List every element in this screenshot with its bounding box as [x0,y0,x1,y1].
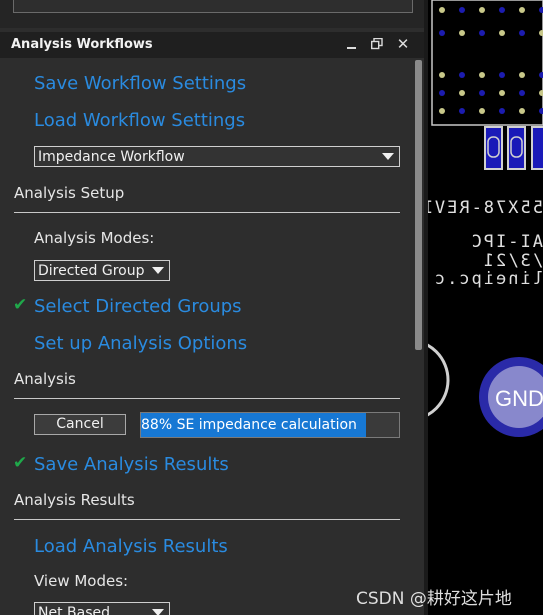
via [439,72,445,78]
component-outline [431,0,543,126]
restore-icon [371,38,383,50]
silkscreen-text-4: lineipc.c [433,269,543,289]
pad-outline [428,343,450,417]
via [459,30,465,36]
via [459,7,465,13]
via [499,7,505,13]
close-icon: ✕ [396,35,410,53]
previous-panel-strip [0,0,428,28]
pcb-canvas: 55X78-REVI AI-IPC /3/21 lineipc.c GND [428,0,543,437]
via [459,108,465,114]
via [459,72,465,78]
smd-pads [484,126,543,170]
analysis-results-heading: Analysis Results [14,491,135,509]
save-workflow-settings-link[interactable]: Save Workflow Settings [34,73,246,94]
analysis-modes-label: Analysis Modes: [34,229,155,247]
via [499,72,505,78]
chevron-down-icon [152,609,164,615]
minimize-icon [347,47,356,49]
pcb-layout-view[interactable]: 55X78-REVI AI-IPC /3/21 lineipc.c GND [428,0,543,615]
via [459,90,465,96]
via [499,108,505,114]
view-modes-select[interactable]: Net Based [34,602,170,615]
via [439,90,445,96]
previous-panel-frame [13,0,413,13]
panel-scrollbar[interactable] [413,58,424,615]
via [499,90,505,96]
check-icon: ✔ [13,453,28,473]
via [479,30,485,36]
chevron-down-icon [382,153,394,160]
analysis-modes-select[interactable]: Directed Group [34,260,170,281]
via [439,7,445,13]
panel-titlebar: Analysis Workflows ✕ [0,32,428,58]
silkscreen-text-1: 55X78-REVI [428,198,543,218]
minimize-button[interactable] [343,34,361,54]
save-analysis-results-link[interactable]: Save Analysis Results [34,454,229,475]
via [499,30,505,36]
view-modes-select-value: Net Based [38,605,111,615]
via [519,7,525,13]
analysis-workflows-panel: Analysis Workflows ✕ Save Workflow Setti… [0,0,428,615]
watermark: CSDN @耕好这片地 [356,589,512,609]
panel-title: Analysis Workflows [11,37,153,52]
silkscreen-text-2: AI-IPC [470,232,543,252]
analysis-heading: Analysis [14,370,76,388]
select-directed-groups-link[interactable]: Select Directed Groups [34,296,242,317]
section-divider [14,519,400,520]
progress-text: 88% SE impedance calculation [141,417,357,433]
via [439,30,445,36]
section-divider [14,212,400,213]
via [479,7,485,13]
via [519,30,525,36]
set-up-analysis-options-link[interactable]: Set up Analysis Options [34,333,247,354]
via [479,90,485,96]
analysis-modes-select-value: Directed Group [38,263,145,279]
via [519,72,525,78]
workflow-select[interactable]: Impedance Workflow [34,146,400,167]
load-analysis-results-link[interactable]: Load Analysis Results [34,536,228,557]
load-workflow-settings-link[interactable]: Load Workflow Settings [34,110,245,131]
close-button[interactable]: ✕ [394,34,412,54]
view-modes-label: View Modes: [34,572,129,590]
check-icon: ✔ [13,295,28,315]
silkscreen-text-3: /3/21 [482,251,543,271]
impedance-progress-bar: 88% SE impedance calculation [140,412,400,438]
cancel-button[interactable]: Cancel [34,414,126,435]
via [479,108,485,114]
gnd-label: GND [495,386,543,411]
scrollbar-thumb[interactable] [415,60,422,350]
via [519,90,525,96]
via [439,108,445,114]
section-divider [14,398,400,399]
analysis-setup-heading: Analysis Setup [14,184,125,202]
via [519,108,525,114]
via [479,72,485,78]
workflow-select-value: Impedance Workflow [38,149,185,165]
chevron-down-icon [152,267,164,274]
restore-button[interactable] [368,34,386,54]
